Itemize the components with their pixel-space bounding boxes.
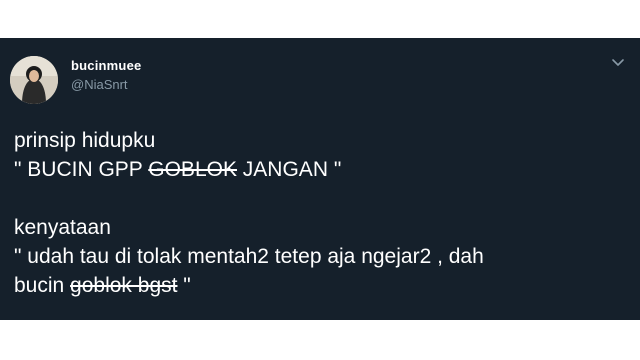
- tweet-line-text: kenyataan: [14, 216, 111, 239]
- strikethrough-text: GOBLOK: [148, 158, 237, 181]
- strikethrough-text: goblok bgst: [70, 274, 178, 297]
- tweet-line: " BUCIN GPP GOBLOK JANGAN ": [14, 155, 626, 184]
- tweet-text: prinsip hidupku " BUCIN GPP GOBLOK JANGA…: [14, 126, 626, 300]
- user-handle[interactable]: @NiaSnrt: [71, 77, 128, 92]
- tweet-line-text: " udah tau di tolak mentah2 tetep aja ng…: [14, 245, 484, 268]
- tweet-line-text: JANGAN ": [236, 158, 342, 181]
- tweet-line-text: ": [177, 274, 191, 297]
- tweet-line: prinsip hidupku: [14, 126, 626, 155]
- tweet-line: kenyataan: [14, 213, 626, 242]
- tweet-line-text: bucin: [14, 274, 71, 297]
- avatar[interactable]: [10, 56, 58, 104]
- avatar-photo: [10, 56, 58, 104]
- tweet-line: bucin goblok bgst ": [14, 271, 626, 300]
- chevron-down-icon[interactable]: [610, 54, 626, 70]
- tweet-line-text: prinsip hidupku: [14, 129, 156, 152]
- display-name[interactable]: bucinmuee: [71, 58, 141, 73]
- tweet-line-text: " BUCIN GPP: [14, 158, 149, 181]
- screenshot-canvas: bucinmuee @NiaSnrt prinsip hidupku " BUC…: [0, 0, 640, 360]
- tweet-line: " udah tau di tolak mentah2 tetep aja ng…: [14, 242, 626, 271]
- tweet-card[interactable]: bucinmuee @NiaSnrt prinsip hidupku " BUC…: [0, 38, 640, 320]
